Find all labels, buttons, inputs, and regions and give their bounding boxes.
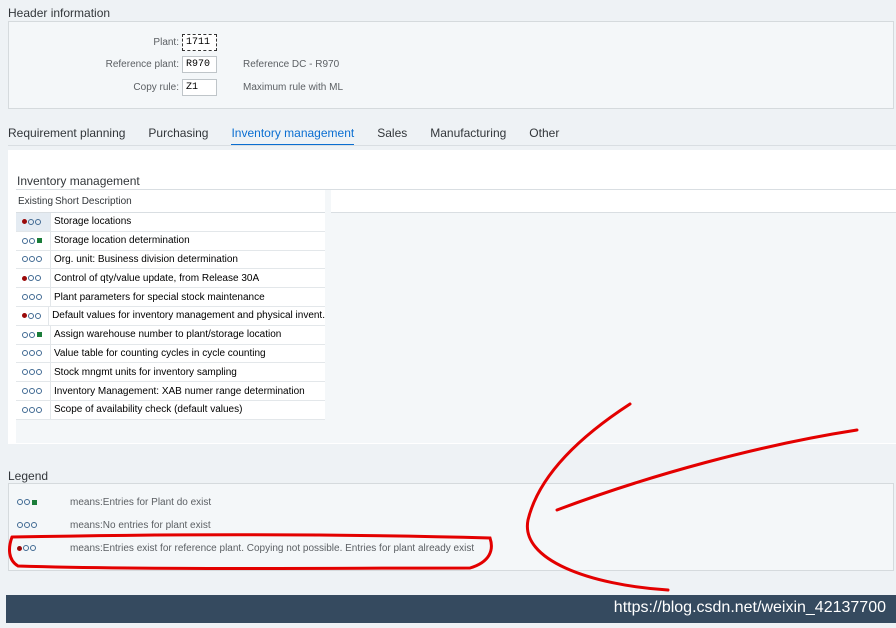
tab-bar: Requirement planning Purchasing Inventor…: [8, 124, 582, 146]
status-lamp-cell[interactable]: [16, 382, 51, 400]
status-lamp-cell[interactable]: [16, 250, 51, 269]
copy-rule-label: Copy rule:: [133, 81, 179, 93]
reference-plant-description: Reference DC - R970: [243, 58, 340, 70]
row-description: Default values for inventory management …: [52, 310, 325, 322]
copy-rule-description: Maximum rule with ML: [243, 81, 344, 93]
status-lamp-cell[interactable]: [16, 231, 51, 250]
table-row[interactable]: Inventory Management: XAB numer range de…: [16, 382, 325, 401]
plant-label: Plant:: [153, 36, 179, 48]
panel-title: Inventory management: [17, 174, 140, 188]
status-green-icon: [17, 499, 61, 505]
status-red-icon: [22, 312, 41, 319]
table-row[interactable]: Plant parameters for special stock maint…: [16, 288, 325, 307]
table-row[interactable]: Storage locations: [16, 213, 325, 232]
legend-text: means:No entries for plant exist: [70, 519, 211, 531]
status-lamp-cell[interactable]: [16, 344, 51, 363]
status-empty-icon: [22, 369, 42, 376]
table-header: Existing Short Description: [16, 190, 325, 213]
legend-item-none: means:No entries for plant exist: [17, 518, 211, 532]
status-green-icon: [22, 331, 42, 338]
status-red-icon: [17, 545, 61, 551]
tab-inventory-management[interactable]: Inventory management: [231, 124, 355, 146]
inventory-management-panel: Inventory management Existing Short Desc…: [8, 150, 896, 444]
table-body: Storage locations Storage location determ…: [16, 213, 325, 420]
tab-divider: [8, 145, 896, 146]
table-header-filler: [331, 190, 896, 213]
status-lamp-cell[interactable]: [16, 306, 50, 325]
table-row[interactable]: Scope of availability check (default val…: [16, 400, 325, 420]
table-row[interactable]: Assign warehouse number to plant/storage…: [16, 325, 325, 345]
status-red-icon: [22, 275, 41, 282]
tab-other[interactable]: Other: [529, 124, 559, 146]
legend-title: Legend: [8, 469, 49, 483]
row-description: Storage locations: [54, 216, 132, 228]
status-empty-icon: [22, 388, 42, 395]
tab-purchasing[interactable]: Purchasing: [148, 124, 208, 146]
table-row[interactable]: Stock mngmt units for inventory sampling: [16, 363, 325, 383]
reference-plant-label: Reference plant:: [105, 58, 179, 70]
copy-rule-input[interactable]: Z1: [182, 78, 217, 96]
table-row[interactable]: Storage location determination: [16, 231, 325, 251]
status-red-icon: [22, 218, 41, 225]
status-lamp-cell[interactable]: [16, 400, 51, 419]
status-empty-icon: [17, 522, 61, 528]
status-lamp-cell[interactable]: [16, 363, 51, 382]
row-description: Control of qty/value update, from Releas…: [54, 272, 260, 284]
table-row[interactable]: Control of qty/value update, from Releas…: [16, 269, 325, 289]
row-description: Storage location determination: [54, 235, 190, 247]
status-lamp-cell[interactable]: [16, 288, 51, 306]
column-header-short-description[interactable]: Short Description: [53, 196, 132, 207]
status-empty-icon: [22, 256, 42, 263]
row-description: Plant parameters for special stock maint…: [54, 291, 265, 303]
column-header-existing[interactable]: Existing: [16, 196, 53, 207]
tab-requirement-planning[interactable]: Requirement planning: [8, 124, 125, 146]
row-description: Inventory Management: XAB numer range de…: [54, 385, 305, 397]
row-description: Stock mngmt units for inventory sampling: [54, 366, 237, 378]
legend-text: means:Entries for Plant do exist: [70, 496, 212, 508]
status-bar: https://blog.csdn.net/weixin_42137700: [6, 595, 896, 623]
table-row[interactable]: Org. unit: Business division determinati…: [16, 250, 325, 270]
table-row[interactable]: Default values for inventory management …: [16, 306, 325, 326]
legend-item-red: means:Entries exist for reference plant.…: [17, 541, 474, 555]
watermark-text: https://blog.csdn.net/weixin_42137700: [613, 599, 886, 616]
tab-manufacturing[interactable]: Manufacturing: [430, 124, 506, 146]
legend-item-green: means:Entries for Plant do exist: [17, 495, 211, 509]
row-description: Org. unit: Business division determinati…: [54, 253, 238, 265]
table-row[interactable]: Value table for counting cycles in cycle…: [16, 344, 325, 364]
status-lamp-cell[interactable]: [16, 325, 51, 344]
legend-text: means:Entries exist for reference plant.…: [70, 542, 475, 554]
tab-sales[interactable]: Sales: [377, 124, 407, 146]
settings-table: Existing Short Description Storage locat…: [16, 189, 896, 443]
status-empty-icon: [22, 294, 42, 301]
reference-plant-input[interactable]: R970: [182, 55, 217, 73]
header-section-title: Header information: [8, 6, 111, 20]
row-description: Assign warehouse number to plant/storage…: [54, 329, 282, 341]
legend-box: means:Entries for Plant do exist means:N…: [8, 483, 894, 571]
plant-input[interactable]: 1711: [182, 33, 217, 51]
status-green-icon: [22, 237, 42, 244]
status-empty-icon: [22, 350, 42, 357]
status-lamp-cell[interactable]: [16, 213, 51, 231]
row-description: Scope of availability check (default val…: [54, 404, 243, 416]
status-empty-icon: [22, 406, 42, 413]
status-lamp-cell[interactable]: [16, 269, 51, 288]
header-information-box: Plant: 1711 Reference plant: R970 Refere…: [8, 21, 894, 109]
row-description: Value table for counting cycles in cycle…: [54, 347, 266, 359]
